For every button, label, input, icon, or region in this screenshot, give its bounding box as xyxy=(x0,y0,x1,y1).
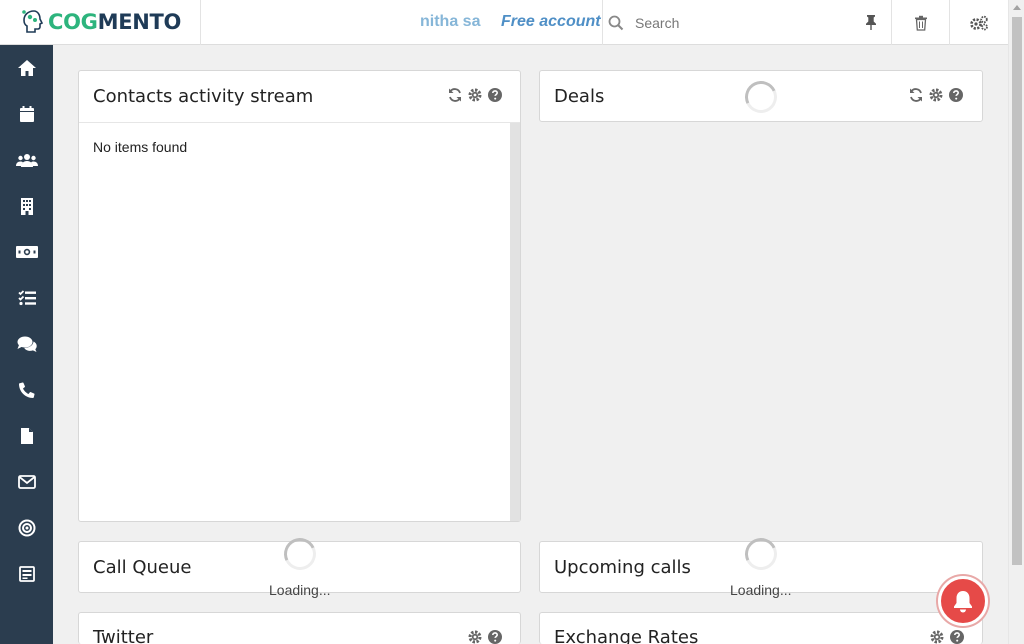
twitter-card: Twitter xyxy=(78,612,521,644)
refresh-icon[interactable] xyxy=(447,87,463,103)
calendar-icon xyxy=(19,106,34,122)
trash-button[interactable] xyxy=(891,0,949,45)
loading-text: Loading... xyxy=(730,582,792,598)
card-scrollbar[interactable] xyxy=(510,123,520,521)
sidebar-item-cases[interactable] xyxy=(0,321,53,367)
page-scrollbar[interactable] xyxy=(1008,0,1024,644)
loading-spinner xyxy=(279,533,321,575)
sidebar-item-home[interactable] xyxy=(0,45,53,91)
gear-icon[interactable] xyxy=(467,629,483,644)
loading-spinner xyxy=(740,533,782,575)
call-queue-card: Call Queue Loading... xyxy=(78,533,521,598)
exchange-rates-card: Exchange Rates xyxy=(539,612,983,644)
card-actions xyxy=(908,87,964,103)
envelope-icon xyxy=(17,475,36,489)
phone-icon xyxy=(18,382,35,398)
card-title: Upcoming calls xyxy=(554,557,691,578)
home-icon xyxy=(17,60,36,76)
gears-icon xyxy=(969,15,988,30)
card-title: Exchange Rates xyxy=(554,627,699,644)
sidebar-item-tasks[interactable] xyxy=(0,275,53,321)
search-input[interactable] xyxy=(635,14,855,31)
sidebar-item-deals[interactable] xyxy=(0,229,53,275)
user-name[interactable]: nitha sa xyxy=(420,13,480,31)
gear-icon[interactable] xyxy=(928,87,944,103)
app-logo[interactable]: COGMENTO xyxy=(0,0,201,45)
card-actions xyxy=(467,629,503,644)
search-box xyxy=(602,0,891,45)
loading-text: Loading... xyxy=(269,582,331,598)
refresh-icon[interactable] xyxy=(908,87,924,103)
sidebar-item-calls[interactable] xyxy=(0,367,53,413)
file-icon xyxy=(20,428,33,444)
help-icon[interactable] xyxy=(948,87,964,103)
form-icon xyxy=(18,566,35,582)
top-bar: COGMENTO nitha sa Free account xyxy=(0,0,1008,45)
sidebar-item-email[interactable] xyxy=(0,459,53,505)
sidebar-item-contacts[interactable] xyxy=(0,137,53,183)
card-body: No items found xyxy=(79,122,520,521)
card-title: Call Queue xyxy=(93,557,192,578)
comments-icon xyxy=(17,336,37,352)
gear-icon[interactable] xyxy=(929,629,945,644)
sidebar xyxy=(0,45,53,644)
card-actions xyxy=(929,629,965,644)
sidebar-item-campaigns[interactable] xyxy=(0,505,53,551)
card-title: Deals xyxy=(554,86,605,107)
account-type[interactable]: Free account xyxy=(501,13,601,31)
pin-icon[interactable] xyxy=(862,13,880,31)
gear-icon[interactable] xyxy=(467,87,483,103)
notification-button[interactable] xyxy=(938,576,988,626)
settings-button[interactable] xyxy=(949,0,1007,45)
card-title: Twitter xyxy=(93,627,154,644)
tasks-icon xyxy=(17,290,36,306)
sidebar-item-documents[interactable] xyxy=(0,413,53,459)
deals-card: Deals xyxy=(539,70,983,122)
search-icon xyxy=(608,15,624,30)
money-icon xyxy=(15,246,38,258)
sidebar-item-forms[interactable] xyxy=(0,551,53,597)
empty-state-text: No items found xyxy=(93,139,188,155)
trash-icon xyxy=(914,15,927,31)
building-icon xyxy=(20,198,33,215)
users-icon xyxy=(15,154,38,167)
card-title: Contacts activity stream xyxy=(93,86,314,107)
help-icon[interactable] xyxy=(487,87,503,103)
help-icon[interactable] xyxy=(487,629,503,644)
logo-text: COGMENTO xyxy=(48,10,182,34)
scroll-up-arrow-icon[interactable] xyxy=(1013,5,1021,10)
loading-spinner xyxy=(740,76,782,118)
sidebar-item-calendar[interactable] xyxy=(0,91,53,137)
upcoming-calls-card: Upcoming calls Loading... xyxy=(539,533,983,598)
scroll-thumb[interactable] xyxy=(1012,17,1022,565)
target-icon xyxy=(18,519,35,537)
card-actions xyxy=(447,87,503,103)
bell-icon xyxy=(954,591,972,613)
brain-gear-icon xyxy=(22,10,44,33)
sidebar-item-companies[interactable] xyxy=(0,183,53,229)
contacts-activity-card: Contacts activity stream No items found xyxy=(78,70,521,522)
help-icon[interactable] xyxy=(949,629,965,644)
